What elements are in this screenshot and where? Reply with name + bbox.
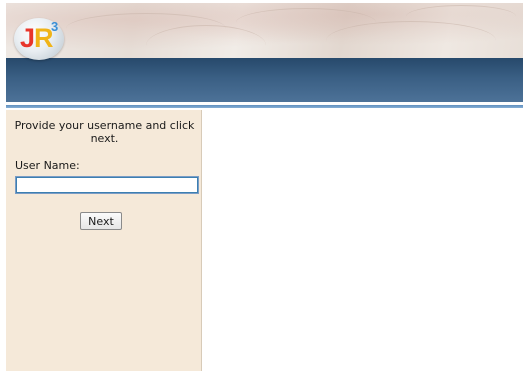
username-input[interactable] xyxy=(15,176,199,194)
logo-superscript-3: 3 xyxy=(51,19,59,34)
header-banner xyxy=(6,3,523,58)
header-accent-line xyxy=(6,105,523,108)
login-panel: Provide your username and click next. Us… xyxy=(6,110,202,371)
header-band xyxy=(6,58,523,102)
next-button[interactable]: Next xyxy=(80,212,122,230)
username-label: User Name: xyxy=(15,159,80,172)
jr3-logo: J R 3 xyxy=(14,18,64,60)
logo-letter-j: J xyxy=(20,23,35,53)
login-page: J R 3 Provide your username and click ne… xyxy=(0,0,523,371)
login-instructions: Provide your username and click next. xyxy=(14,119,195,145)
main-content-area xyxy=(202,110,523,371)
